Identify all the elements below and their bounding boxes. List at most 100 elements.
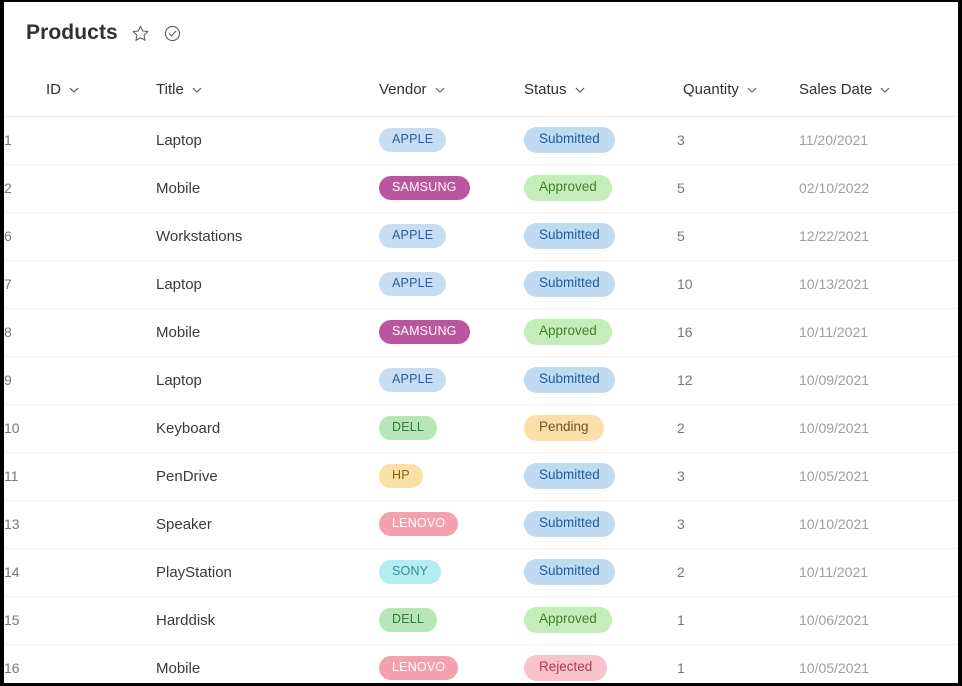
cell-title[interactable]: Harddisk [156,596,379,644]
table-row[interactable]: 2 Mobile SAMSUNG Approved 5 02/10/2022 [4,164,958,212]
column-header-label: Status [524,81,567,99]
table-row[interactable]: 6 Workstations APPLE Submitted 5 12/22/2021 [4,212,958,260]
cell-quantity: 12 [677,372,693,388]
cell-title[interactable]: PenDrive [156,452,379,500]
chevron-down-icon[interactable] [434,84,446,96]
cell-vendor: APPLE [379,116,524,164]
cell-status: Approved [524,596,677,644]
cell-sales-date: 02/10/2022 [799,180,870,196]
status-badge: Submitted [524,127,615,153]
chevron-down-icon[interactable] [746,84,758,96]
chevron-down-icon[interactable] [68,84,80,96]
cell-id: 9 [4,372,12,388]
cell-sales-date: 10/06/2021 [799,612,870,628]
table-header: ID Title Vendor Status Quantity Sales Da… [4,64,958,117]
vendor-badge: DELL [379,607,438,633]
table-row[interactable]: 8 Mobile SAMSUNG Approved 16 10/11/2021 [4,308,958,356]
status-badge: Approved [524,319,612,345]
cell-status: Pending [524,404,677,452]
column-header-label: Sales Date [799,81,873,99]
cell-sales-date: 10/11/2021 [799,564,869,580]
chevron-down-icon[interactable] [574,84,586,96]
table-row[interactable]: 16 Mobile LENOVO Rejected 1 10/05/2021 [4,644,958,683]
cell-status: Approved [524,308,677,356]
cell-status: Submitted [524,548,677,596]
cell-quantity: 3 [677,516,685,532]
column-header-label: Quantity [683,81,739,99]
column-header-status[interactable]: Status [524,64,677,117]
cell-sales-date: 10/11/2021 [799,324,869,340]
table-row[interactable]: 15 Harddisk DELL Approved 1 10/06/2021 [4,596,958,644]
cell-vendor: LENOVO [379,644,524,683]
favorite-star-icon[interactable] [131,24,150,43]
table-row[interactable]: 7 Laptop APPLE Submitted 10 10/13/2021 [4,260,958,308]
table-row[interactable]: 9 Laptop APPLE Submitted 12 10/09/2021 [4,356,958,404]
cell-sales-date: 10/05/2021 [799,468,870,484]
column-header-label: Vendor [379,81,427,99]
cell-sales-date: 10/05/2021 [799,660,870,676]
cell-status: Submitted [524,116,677,164]
cell-vendor: DELL [379,596,524,644]
table-row[interactable]: 14 PlayStation SONY Submitted 2 10/11/2021 [4,548,958,596]
vendor-badge: APPLE [379,271,447,297]
status-badge: Submitted [524,367,615,393]
cell-title[interactable]: Laptop [156,356,379,404]
cell-vendor: SONY [379,548,524,596]
cell-quantity: 3 [677,132,685,148]
column-header-title[interactable]: Title [156,64,379,117]
cell-quantity: 3 [677,468,685,484]
status-badge: Approved [524,607,612,633]
vendor-badge: SONY [379,559,442,585]
vendor-badge: APPLE [379,367,447,393]
cell-id: 7 [4,276,12,292]
cell-title[interactable]: PlayStation [156,548,379,596]
chevron-down-icon[interactable] [879,84,891,96]
vendor-badge: SAMSUNG [379,175,470,201]
vendor-badge: HP [379,463,423,489]
cell-sales-date: 12/22/2021 [799,228,870,244]
status-badge: Rejected [524,655,608,681]
cell-title[interactable]: Mobile [156,308,379,356]
cell-vendor: HP [379,452,524,500]
cell-title[interactable]: Mobile [156,644,379,683]
vendor-badge: DELL [379,415,438,441]
vendor-badge: LENOVO [379,511,459,537]
cell-title[interactable]: Laptop [156,116,379,164]
status-badge: Submitted [524,511,615,537]
cell-title[interactable]: Speaker [156,500,379,548]
cell-id: 14 [4,564,20,580]
cell-title[interactable]: Workstations [156,212,379,260]
cell-quantity: 1 [677,612,685,628]
column-header-quantity[interactable]: Quantity [677,64,799,117]
vendor-badge: SAMSUNG [379,319,470,345]
table-body: 1 Laptop APPLE Submitted 3 11/20/2021 2 Mobile S… [4,116,958,683]
status-badge: Approved [524,175,612,201]
column-header-vendor[interactable]: Vendor [379,64,524,117]
chevron-down-icon[interactable] [191,84,203,96]
table-row[interactable]: 13 Speaker LENOVO Submitted 3 10/10/2021 [4,500,958,548]
cell-id: 8 [4,324,12,340]
cell-status: Submitted [524,260,677,308]
products-list-webpart: Products ID Title Vendor Status Quantity… [4,2,958,683]
table-row[interactable]: 1 Laptop APPLE Submitted 3 11/20/2021 [4,116,958,164]
cell-title[interactable]: Laptop [156,260,379,308]
table-header-row: ID Title Vendor Status Quantity Sales Da… [4,64,958,117]
table-row[interactable]: 10 Keyboard DELL Pending 2 10/09/2021 [4,404,958,452]
vendor-badge: APPLE [379,223,447,249]
published-check-icon[interactable] [163,24,182,43]
cell-id: 1 [4,132,12,148]
column-header-id[interactable]: ID [4,64,156,117]
cell-status: Submitted [524,500,677,548]
cell-quantity: 2 [677,420,685,436]
column-header-sales-date[interactable]: Sales Date [799,64,958,117]
vendor-badge: APPLE [379,127,447,153]
status-badge: Submitted [524,223,615,249]
status-badge: Submitted [524,559,615,585]
table-row[interactable]: 11 PenDrive HP Submitted 3 10/05/2021 [4,452,958,500]
cell-sales-date: 10/09/2021 [799,372,870,388]
cell-quantity: 5 [677,228,685,244]
cell-title[interactable]: Mobile [156,164,379,212]
cell-title[interactable]: Keyboard [156,404,379,452]
cell-status: Submitted [524,452,677,500]
cell-vendor: SAMSUNG [379,164,524,212]
